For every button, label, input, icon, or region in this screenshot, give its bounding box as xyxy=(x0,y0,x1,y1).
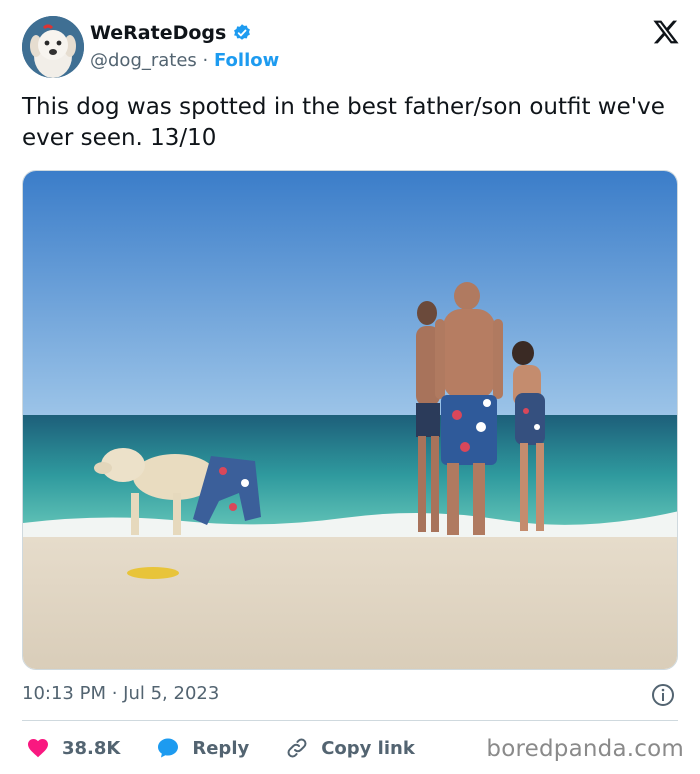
action-bar: 38.8K Reply Copy link xyxy=(26,734,451,762)
tweet-time: 10:13 PM xyxy=(22,683,106,704)
x-logo-icon[interactable] xyxy=(652,18,680,46)
handle[interactable]: @dog_rates xyxy=(90,50,197,71)
copy-link-button[interactable]: Copy link xyxy=(285,736,415,760)
tweet-header: WeRateDogs @dog_rates · Follow xyxy=(22,16,682,80)
info-icon[interactable] xyxy=(651,683,675,707)
follow-button[interactable]: Follow xyxy=(214,50,279,71)
reply-label: Reply xyxy=(192,737,250,759)
verified-badge-icon xyxy=(234,24,251,40)
tweet-text: This dog was spotted in the best father/… xyxy=(22,94,665,151)
date-separator: · xyxy=(105,683,124,704)
tweet-photo[interactable] xyxy=(22,170,678,670)
handle-separator: · xyxy=(196,50,214,71)
speech-bubble-icon xyxy=(158,738,179,758)
beach-photo-image xyxy=(23,171,677,669)
avatar[interactable] xyxy=(22,16,84,78)
display-name[interactable]: WeRateDogs xyxy=(90,22,226,44)
handle-row: @dog_rates · Follow xyxy=(90,50,279,71)
dog-avatar-image xyxy=(22,16,84,78)
like-button[interactable]: 38.8K xyxy=(26,736,120,760)
link-icon xyxy=(287,738,307,758)
watermark: boredpanda.com xyxy=(486,736,684,762)
divider xyxy=(22,720,678,721)
like-count: 38.8K xyxy=(62,737,121,759)
copy-link-label: Copy link xyxy=(321,737,415,759)
heart-icon xyxy=(28,739,48,758)
reply-button[interactable]: Reply xyxy=(156,736,249,760)
tweet-date: Jul 5, 2023 xyxy=(123,683,220,704)
timestamp[interactable]: 10:13 PM · Jul 5, 2023 xyxy=(22,683,219,704)
